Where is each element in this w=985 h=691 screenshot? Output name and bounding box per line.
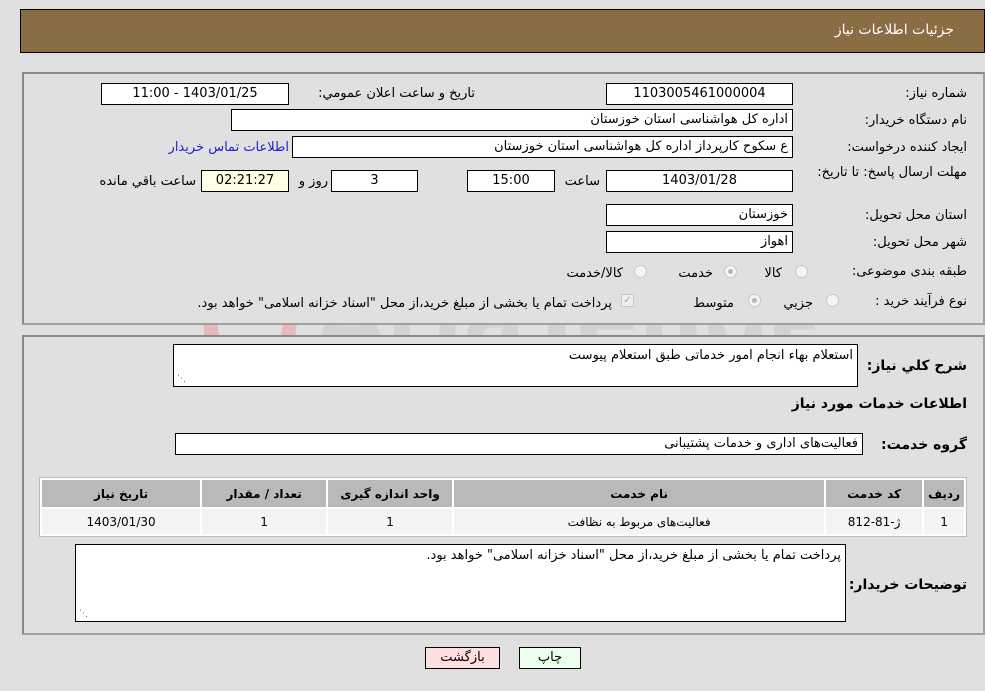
cell-row-number: 1 xyxy=(924,509,964,534)
resize-handle-icon[interactable]: ⋰ xyxy=(176,374,186,384)
category-service-label: خدمت xyxy=(678,266,713,281)
requester-field: ع سکوح کارپرداز اداره کل هواشناسی استان … xyxy=(292,136,793,158)
delivery-province-field: خوزستان xyxy=(606,204,793,226)
category-goods-service-radio[interactable] xyxy=(634,265,647,278)
cell-service-name: فعالیت‌های مربوط به نظافت xyxy=(454,509,825,534)
treasury-checkbox[interactable]: ✓ xyxy=(621,294,634,307)
cell-service-code: ژ-81-812 xyxy=(826,509,923,534)
announce-datetime-field: 1403/01/25 - 11:00 xyxy=(101,83,289,105)
deadline-time-label: ساعت xyxy=(564,174,600,189)
purchase-type-minor-radio[interactable] xyxy=(826,294,839,307)
col-header-quantity: تعداد / مقدار xyxy=(202,480,327,507)
days-label: روز و xyxy=(298,174,328,189)
col-header-service-code: کد خدمت xyxy=(826,480,923,507)
requester-label: ایجاد کننده درخواست: xyxy=(847,140,967,155)
buyer-org-field: اداره کل هواشناسی استان خوزستان xyxy=(231,109,793,131)
category-goods-radio[interactable] xyxy=(795,265,808,278)
category-goods-label: کالا xyxy=(764,266,782,281)
col-header-need-date: تاریخ نیاز xyxy=(42,480,201,507)
purchase-type-medium-label: متوسط xyxy=(693,296,734,311)
category-service-radio[interactable] xyxy=(724,265,737,278)
services-table: ردیف کد خدمت نام خدمت واحد اندازه گیری ت… xyxy=(39,477,967,537)
service-group-field: فعالیت‌های اداری و خدمات پشتیبانی xyxy=(175,433,863,455)
description-textarea[interactable]: استعلام بهاء انجام امور خدماتی طبق استعل… xyxy=(173,344,858,387)
deadline-label: مهلت ارسال پاسخ: تا تاریخ: xyxy=(817,165,967,180)
print-button[interactable]: چاپ xyxy=(519,647,581,669)
cell-need-date: 1403/01/30 xyxy=(42,509,201,534)
remaining-time-label: ساعت باقي مانده xyxy=(99,174,196,189)
buyer-contact-link[interactable]: اطلاعات تماس خریدار xyxy=(169,140,289,155)
deadline-time-field: 15:00 xyxy=(467,170,555,192)
remaining-days-field: 3 xyxy=(331,170,418,192)
delivery-city-label: شهر محل تحویل: xyxy=(872,235,967,250)
buyer-notes-text: پرداخت تمام یا بخشی از مبلغ خرید،از محل … xyxy=(426,548,841,563)
delivery-province-label: استان محل تحویل: xyxy=(865,208,967,223)
need-number-label: شماره نیاز: xyxy=(905,86,967,101)
buyer-notes-label: توضیحات خریدار: xyxy=(848,577,967,593)
table-row: 1 ژ-81-812 فعالیت‌های مربوط به نظافت 1 1… xyxy=(42,509,964,534)
delivery-city-field: اهواز xyxy=(606,231,793,253)
back-button[interactable]: بازگشت xyxy=(425,647,500,669)
cell-quantity: 1 xyxy=(202,509,327,534)
purchase-type-minor-label: جزیي xyxy=(783,296,813,311)
purchase-type-medium-radio[interactable] xyxy=(748,294,761,307)
deadline-date-field: 1403/01/28 xyxy=(606,170,793,192)
services-section-title: اطلاعات خدمات مورد نیاز xyxy=(791,396,967,412)
description-label: شرح کلي نیاز: xyxy=(866,358,967,374)
buyer-org-label: نام دستگاه خریدار: xyxy=(864,113,967,128)
need-number-field: 1103005461000004 xyxy=(606,83,793,105)
service-group-label: گروه خدمت: xyxy=(881,437,967,453)
purchase-type-label: نوع فرآیند خرید : xyxy=(875,294,967,309)
announce-datetime-label: تاریخ و ساعت اعلان عمومي: xyxy=(318,86,475,101)
buyer-notes-textarea[interactable]: پرداخت تمام یا بخشی از مبلغ خرید،از محل … xyxy=(75,544,846,622)
col-header-row-number: ردیف xyxy=(924,480,964,507)
resize-handle-icon[interactable]: ⋰ xyxy=(78,609,88,619)
table-header-row: ردیف کد خدمت نام خدمت واحد اندازه گیری ت… xyxy=(42,480,964,507)
page-title: جزئیات اطلاعات نیاز xyxy=(834,22,954,38)
col-header-unit: واحد اندازه گیری xyxy=(328,480,453,507)
remaining-time-field: 02:21:27 xyxy=(201,170,289,192)
description-text: استعلام بهاء انجام امور خدماتی طبق استعل… xyxy=(568,348,853,363)
cell-unit: 1 xyxy=(328,509,453,534)
category-goods-service-label: کالا/خدمت xyxy=(566,266,623,281)
page-header: جزئیات اطلاعات نیاز xyxy=(20,9,985,53)
category-label: طبقه بندی موضوعی: xyxy=(851,264,967,279)
treasury-note: پرداخت تمام یا بخشی از مبلغ خرید،از محل … xyxy=(197,296,612,311)
col-header-service-name: نام خدمت xyxy=(454,480,825,507)
